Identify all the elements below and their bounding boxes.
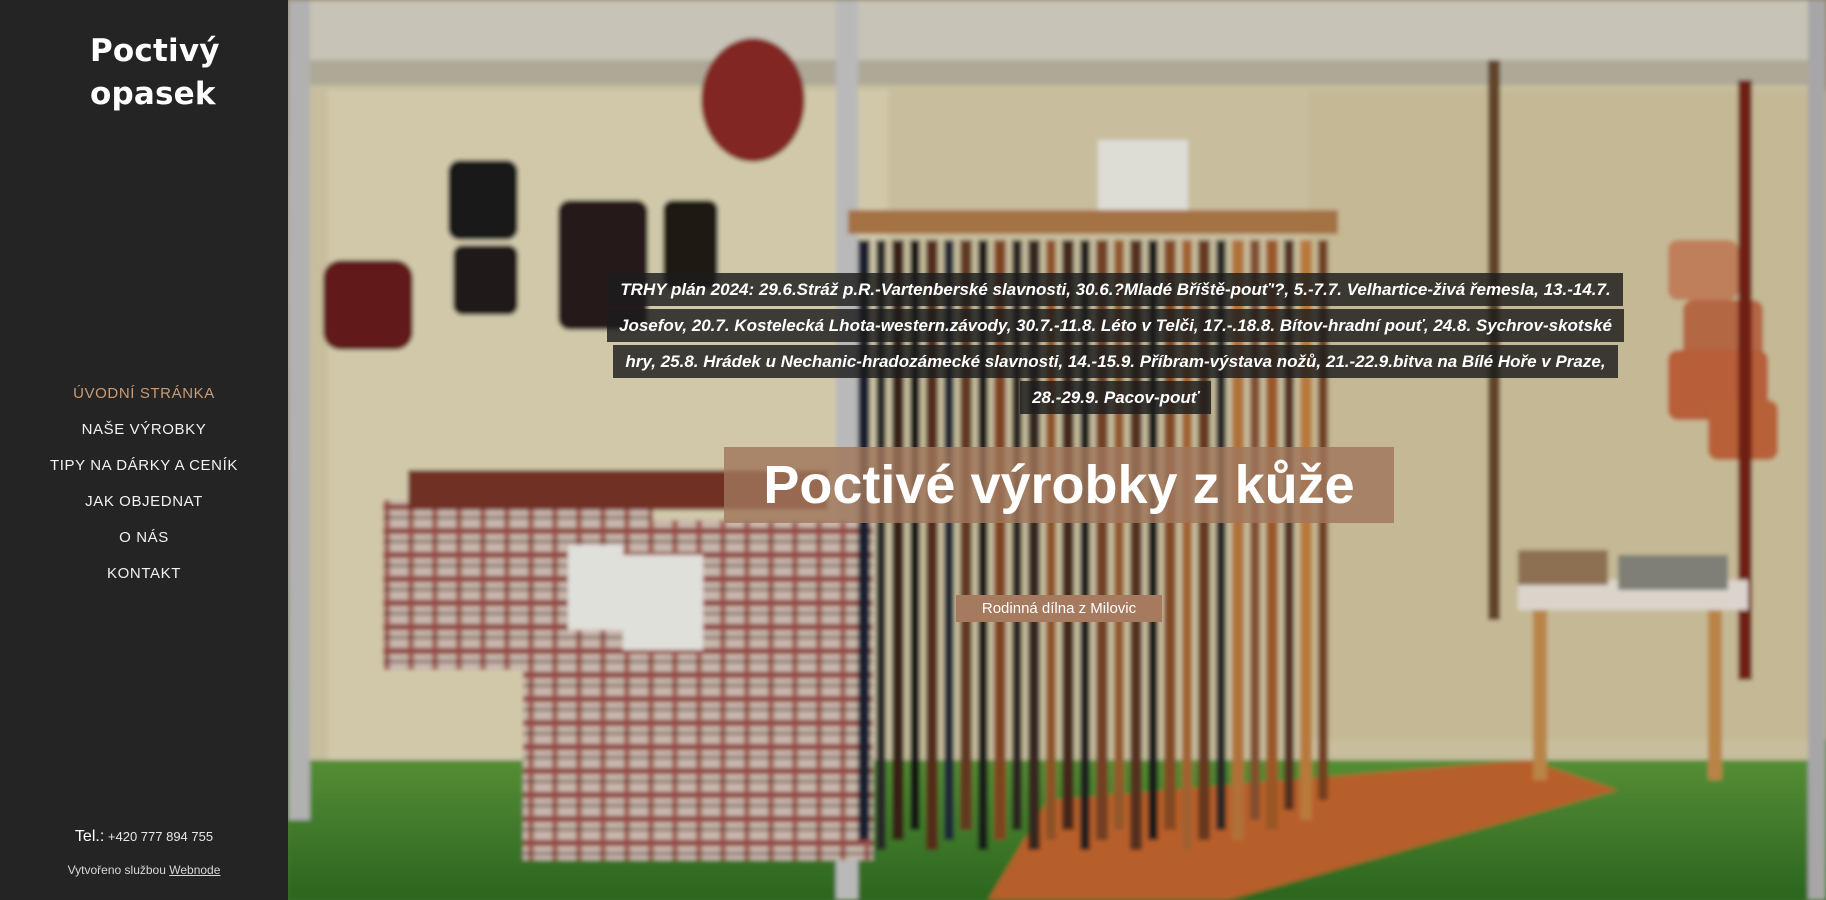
- logo-line-1: Poctivý: [90, 33, 220, 69]
- hero-section: TRHY plán 2024: 29.6.Stráž p.R.-Vartenbe…: [288, 0, 1826, 900]
- site-logo[interactable]: Poctivý opasek: [90, 30, 240, 116]
- markets-schedule-text: TRHY plán 2024: 29.6.Stráž p.R.-Vartenbe…: [607, 273, 1624, 414]
- webnode-link[interactable]: Webnode: [169, 863, 220, 877]
- nav-item-products[interactable]: NAŠE VÝROBKY: [0, 412, 288, 448]
- hero-subtitle: Rodinná dílna z Milovic: [956, 595, 1162, 622]
- sidebar: Poctivý opasek ÚVODNÍ STRÁNKA NAŠE VÝROB…: [0, 0, 288, 900]
- nav-item-how-to-order[interactable]: JAK OBJEDNAT: [0, 484, 288, 520]
- contact-phone: Tel.: +420 777 894 755: [0, 828, 288, 846]
- nav-item-home[interactable]: ÚVODNÍ STRÁNKA: [0, 376, 288, 412]
- nav-item-contact[interactable]: KONTAKT: [0, 556, 288, 592]
- nav-item-gifts-pricelist[interactable]: TIPY NA DÁRKY A CENÍK: [0, 448, 288, 484]
- footer-credit: Vytvořeno službou Webnode: [0, 863, 288, 877]
- credit-text: Vytvořeno službou: [67, 863, 166, 877]
- markets-schedule-notice: TRHY plán 2024: 29.6.Stráž p.R.-Vartenbe…: [598, 272, 1633, 416]
- phone-number[interactable]: +420 777 894 755: [108, 829, 213, 844]
- main-nav: ÚVODNÍ STRÁNKA NAŠE VÝROBKY TIPY NA DÁRK…: [0, 376, 288, 592]
- hero-headline: Poctivé výrobky z kůže: [724, 447, 1394, 523]
- phone-label: Tel.:: [74, 828, 105, 845]
- logo-line-2: opasek: [90, 76, 216, 112]
- nav-item-about[interactable]: O NÁS: [0, 520, 288, 556]
